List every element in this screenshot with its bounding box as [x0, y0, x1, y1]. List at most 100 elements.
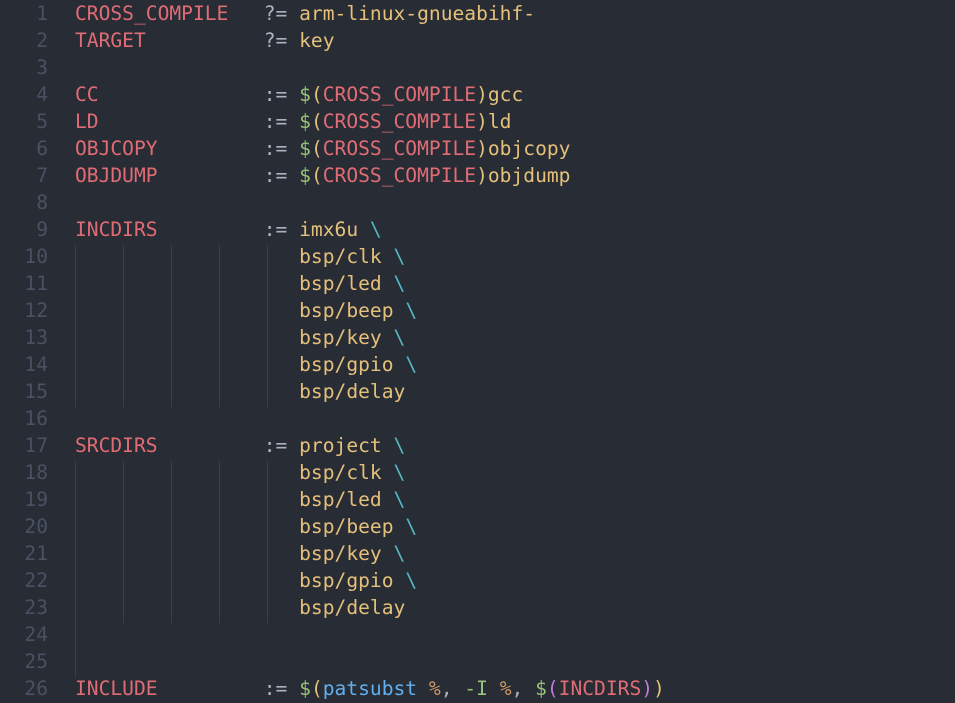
token-paren: ) — [476, 164, 488, 187]
token-pct: % — [428, 677, 441, 700]
code-text: LD := $(CROSS_COMPILE)ld — [75, 108, 511, 135]
code-text: INCDIRS := imx6u \ — [75, 216, 382, 243]
code-line[interactable]: 19 bsp/led \ — [0, 486, 955, 513]
token-op — [75, 461, 299, 484]
line-number: 9 — [36, 218, 48, 241]
code-line[interactable]: 22 bsp/gpio \ — [0, 567, 955, 594]
code-line[interactable]: 13 bsp/key \ — [0, 324, 955, 351]
line-number: 12 — [24, 299, 48, 322]
line-number: 22 — [24, 569, 48, 592]
token-paren: ) — [653, 677, 665, 700]
token-op — [75, 542, 299, 565]
code-line[interactable]: 24 — [0, 621, 955, 648]
token-esc: \ — [393, 542, 406, 565]
code-line[interactable]: 5 LD := $(CROSS_COMPILE)ld — [0, 108, 955, 135]
code-line[interactable]: 20 bsp/beep \ — [0, 513, 955, 540]
code-line[interactable]: 7 OBJDUMP := $(CROSS_COMPILE)objdump — [0, 162, 955, 189]
line-number: 5 — [36, 110, 48, 133]
line-number: 2 — [36, 29, 48, 52]
code-line[interactable]: 1 CROSS_COMPILE ?= arm-linux-gnueabihf- — [0, 0, 955, 27]
code-text: bsp/gpio \ — [75, 567, 417, 594]
token-flag: -I — [464, 677, 500, 700]
token-op: := — [157, 434, 300, 457]
line-number: 17 — [24, 434, 48, 457]
token-str: bsp/gpio — [299, 569, 406, 592]
token-var: OBJDUMP — [75, 164, 158, 187]
code-line[interactable]: 2 TARGET ?= key — [0, 27, 955, 54]
token-op: , — [440, 677, 465, 700]
line-number: 11 — [24, 272, 48, 295]
code-line[interactable]: 10 bsp/clk \ — [0, 243, 955, 270]
code-line[interactable]: 8 — [0, 189, 955, 216]
token-pct: % — [499, 677, 512, 700]
token-paren: ( — [310, 83, 323, 106]
token-str: ld — [487, 110, 512, 133]
token-str: gcc — [487, 83, 524, 106]
code-line[interactable]: 3 — [0, 54, 955, 81]
token-var: INCDIRS — [558, 677, 642, 700]
token-esc: \ — [393, 272, 406, 295]
token-var: CC — [75, 83, 99, 106]
code-line[interactable]: 21 bsp/key \ — [0, 540, 955, 567]
code-text: SRCDIRS := project \ — [75, 432, 405, 459]
line-number: 13 — [24, 326, 48, 349]
token-str: bsp/key — [299, 542, 394, 565]
token-paren: ) — [476, 83, 488, 106]
token-str: bsp/led — [299, 272, 394, 295]
code-text: bsp/led \ — [75, 486, 405, 513]
code-line[interactable]: 18 bsp/clk \ — [0, 459, 955, 486]
token-paren: ) — [476, 137, 488, 160]
token-paren: ( — [310, 110, 323, 133]
token-op — [75, 569, 299, 592]
token-op: := — [157, 677, 300, 700]
code-text: OBJDUMP := $(CROSS_COMPILE)objdump — [75, 162, 570, 189]
token-op: ?= — [145, 29, 300, 52]
token-dollar: $ — [299, 137, 311, 160]
code-text: bsp/beep \ — [75, 513, 417, 540]
code-line[interactable]: 26 INCLUDE := $(patsubst %, -I %, $(INCDI… — [0, 675, 955, 702]
code-editor[interactable]: 1 CROSS_COMPILE ?= arm-linux-gnueabihf- 2 T… — [0, 0, 955, 703]
code-text: bsp/gpio \ — [75, 351, 417, 378]
code-line[interactable]: 6 OBJCOPY := $(CROSS_COMPILE)objcopy — [0, 135, 955, 162]
token-op — [75, 245, 299, 268]
line-number: 24 — [24, 623, 48, 646]
token-var: SRCDIRS — [75, 434, 158, 457]
code-line[interactable]: 14 bsp/gpio \ — [0, 351, 955, 378]
code-line[interactable]: 9 INCDIRS := imx6u \ — [0, 216, 955, 243]
token-esc: \ — [405, 569, 418, 592]
token-str: key — [299, 29, 335, 52]
line-number: 8 — [36, 191, 48, 214]
code-text: bsp/beep \ — [75, 297, 417, 324]
line-number: 1 — [36, 2, 48, 25]
token-str: bsp/beep — [299, 299, 406, 322]
code-line[interactable]: 11 bsp/led \ — [0, 270, 955, 297]
code-text: bsp/delay — [75, 594, 405, 621]
line-number: 14 — [24, 353, 48, 376]
code-line[interactable]: 25 — [0, 648, 955, 675]
line-number: 6 — [36, 137, 48, 160]
code-line[interactable]: 15 bsp/delay — [0, 378, 955, 405]
token-dollar: $ — [299, 83, 311, 106]
line-number: 21 — [24, 542, 48, 565]
code-line[interactable]: 17 SRCDIRS := project \ — [0, 432, 955, 459]
token-esc: \ — [393, 461, 406, 484]
token-op: ?= — [228, 2, 300, 25]
token-str: bsp/clk — [299, 461, 394, 484]
token-dollar: $ — [535, 677, 547, 700]
token-paren: ( — [310, 137, 323, 160]
line-number: 4 — [36, 83, 48, 106]
token-op — [75, 326, 299, 349]
code-line[interactable]: 16 — [0, 405, 955, 432]
token-op — [75, 380, 299, 403]
token-op: := — [98, 110, 300, 133]
token-str: project — [299, 434, 394, 457]
code-line[interactable]: 12 bsp/beep \ — [0, 297, 955, 324]
code-line[interactable]: 23 bsp/delay — [0, 594, 955, 621]
line-number: 15 — [24, 380, 48, 403]
token-op: , — [511, 677, 536, 700]
code-line[interactable]: 4 CC := $(CROSS_COMPILE)gcc — [0, 81, 955, 108]
line-number: 18 — [24, 461, 48, 484]
token-str: bsp/delay — [299, 380, 406, 403]
token-op — [75, 353, 299, 376]
token-var: CROSS_COMPILE — [322, 164, 477, 187]
